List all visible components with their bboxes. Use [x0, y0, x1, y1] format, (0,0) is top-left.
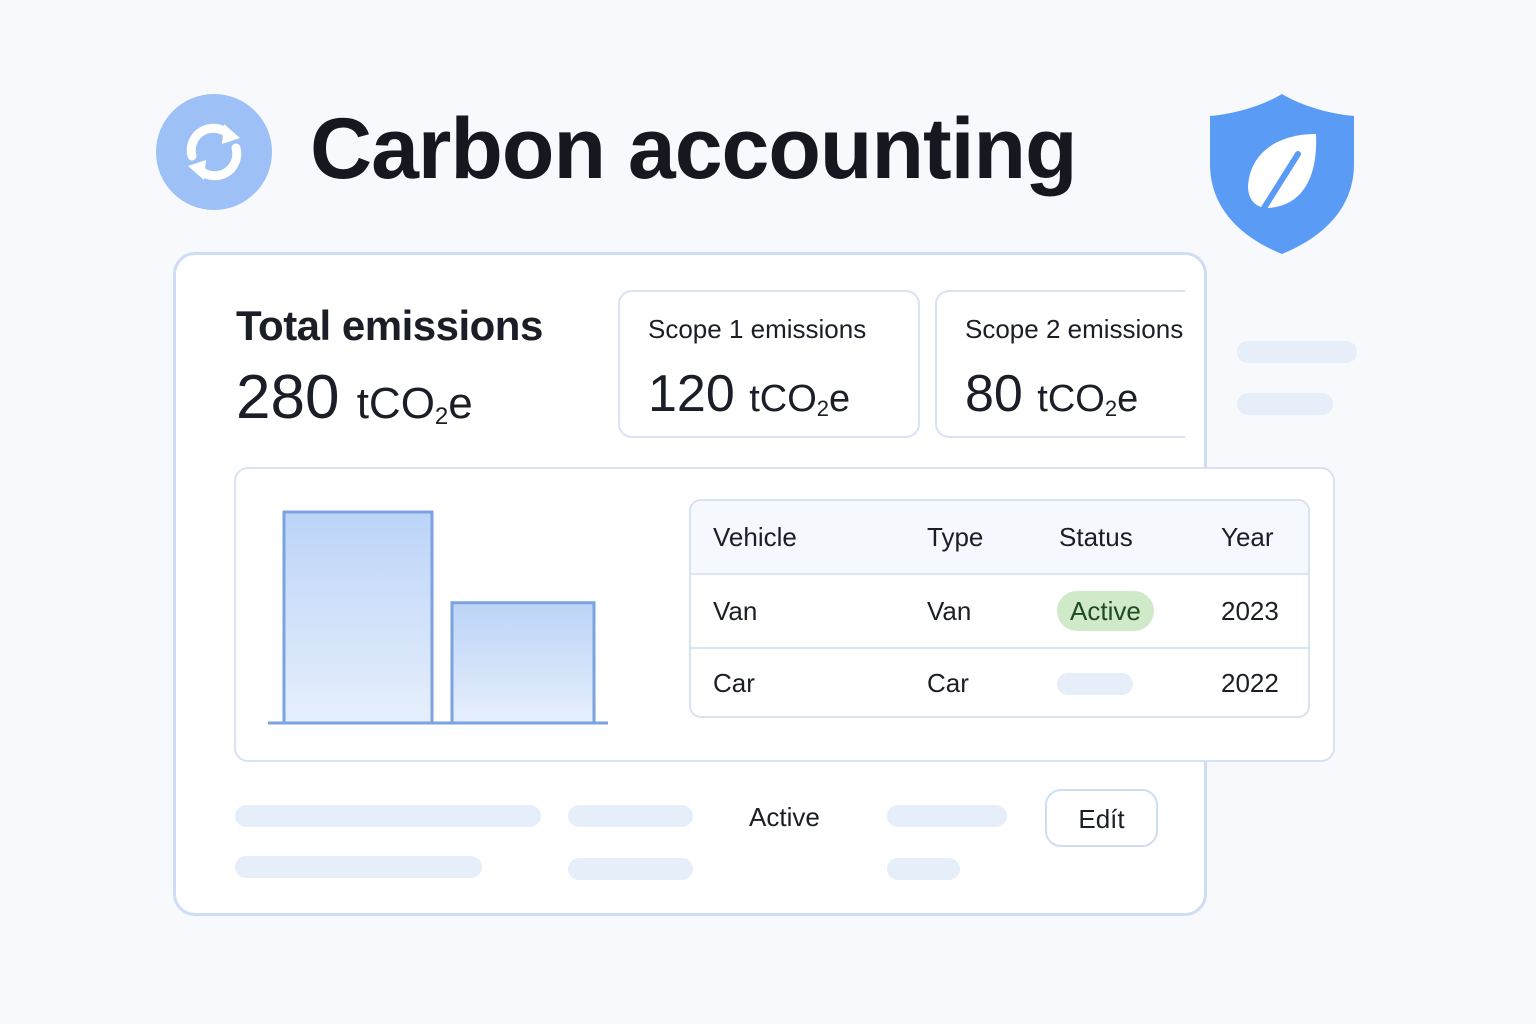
scope2-card[interactable]: Scope 2 emissions 80 tCO2e: [935, 290, 1185, 438]
status-text: Active: [749, 802, 820, 832]
scope1-number: 120: [648, 365, 735, 423]
placeholder-line: [887, 805, 1007, 827]
cell-type: Car: [927, 668, 969, 698]
cell-vehicle: Car: [713, 668, 755, 698]
placeholder-line: [235, 856, 482, 878]
scope2-value: 80 tCO2e: [965, 364, 1138, 424]
total-emissions-label: Total emissions: [236, 302, 543, 349]
cell-type: Van: [927, 596, 972, 626]
unit-label: tCO2e: [749, 378, 851, 421]
table-row[interactable]: Car Car 2022: [691, 647, 1308, 716]
scope2-label: Scope 2 emissions: [965, 314, 1184, 344]
placeholder-line: [1237, 393, 1333, 415]
unit-label: tCO2e: [1037, 378, 1139, 421]
table-row[interactable]: Van Van Active 2023: [691, 575, 1308, 649]
sync-icon[interactable]: [156, 94, 272, 210]
status-placeholder: [1057, 673, 1133, 695]
unit-tail: e: [829, 378, 851, 420]
unit-text: tCO: [356, 379, 435, 428]
header-status[interactable]: Status: [1059, 501, 1133, 573]
page-title: Carbon accounting: [310, 101, 1078, 197]
chart-bar: [282, 510, 434, 725]
scope2-number: 80: [965, 365, 1023, 423]
unit-sub: 2: [1104, 396, 1118, 421]
edit-button[interactable]: Edít: [1045, 789, 1158, 847]
unit-sub: 2: [434, 403, 449, 430]
unit-label: tCO2e: [356, 379, 473, 430]
unit-text: tCO: [1037, 378, 1105, 420]
vehicle-table: Vehicle Type Status Year Van Van Active …: [689, 499, 1310, 718]
placeholder-line: [1237, 341, 1357, 363]
scope1-label: Scope 1 emissions: [648, 314, 867, 344]
placeholder-line: [568, 858, 693, 880]
cell-year: 2023: [1221, 596, 1279, 626]
total-emissions-number: 280: [236, 363, 340, 432]
unit-text: tCO: [749, 378, 817, 420]
table-header: Vehicle Type Status Year: [691, 501, 1308, 575]
cell-vehicle: Van: [713, 596, 758, 626]
placeholder-line: [235, 805, 541, 827]
unit-tail: e: [448, 379, 473, 428]
cell-year: 2022: [1221, 668, 1279, 698]
header-type[interactable]: Type: [927, 501, 983, 573]
header-year[interactable]: Year: [1221, 501, 1274, 573]
placeholder-line: [887, 858, 960, 880]
unit-sub: 2: [816, 396, 830, 421]
chart-bar: [450, 601, 596, 725]
total-emissions-value: 280 tCO2e: [236, 362, 473, 433]
unit-tail: e: [1117, 378, 1139, 420]
scope1-card[interactable]: Scope 1 emissions 120 tCO2e: [618, 290, 920, 438]
placeholder-line: [568, 805, 693, 827]
scope1-value: 120 tCO2e: [648, 364, 850, 424]
emissions-bar-chart: [268, 510, 608, 725]
shield-leaf-icon: [1206, 90, 1358, 258]
status-badge: Active: [1057, 591, 1154, 631]
header-vehicle[interactable]: Vehicle: [713, 501, 797, 573]
